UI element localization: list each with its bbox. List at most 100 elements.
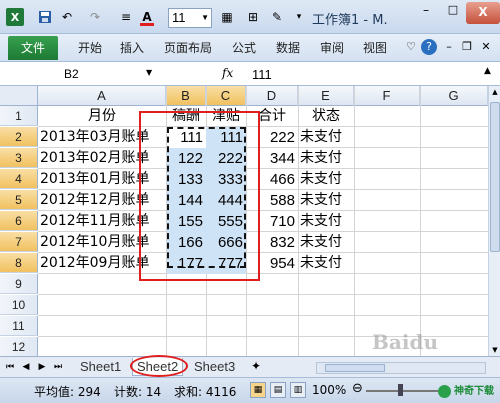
border-icon[interactable]: ▦ bbox=[218, 8, 236, 26]
redo-icon[interactable]: ↷ bbox=[86, 8, 104, 26]
close-doc-icon[interactable]: ✕ bbox=[478, 39, 494, 55]
row-header-2[interactable]: 2 bbox=[0, 127, 38, 147]
scroll-down-icon[interactable]: ▼ bbox=[489, 344, 500, 356]
row-header-10[interactable]: 10 bbox=[0, 295, 38, 315]
watermark: Baidu bbox=[372, 330, 438, 354]
sheet-tab-1[interactable]: Sheet1 bbox=[76, 358, 125, 376]
row-header-7[interactable]: 7 bbox=[0, 232, 38, 252]
cell-e2[interactable]: 未支付 bbox=[300, 127, 342, 148]
tab-review[interactable]: 审阅 bbox=[320, 39, 344, 56]
undo-icon[interactable]: ↶ bbox=[58, 8, 76, 26]
title-bar: X ↶ ↷ ≡ A 11 ▼ ▦ ⊞ ✎ ▾ 工作簿1 - M. – □ X bbox=[0, 0, 500, 34]
row-header-4[interactable]: 4 bbox=[0, 169, 38, 189]
tab-view[interactable]: 视图 bbox=[363, 39, 387, 56]
page-layout-view-icon[interactable]: ▤ bbox=[270, 382, 286, 398]
select-all-corner[interactable] bbox=[0, 86, 38, 106]
horizontal-scrollbar[interactable] bbox=[316, 362, 486, 374]
cell-a6[interactable]: 2012年11月账单 bbox=[40, 211, 149, 232]
scroll-up-icon[interactable]: ▲ bbox=[489, 86, 500, 98]
cell-e7[interactable]: 未支付 bbox=[300, 232, 342, 253]
maximize-button[interactable]: □ bbox=[440, 3, 466, 23]
cell-a7[interactable]: 2012年10月账单 bbox=[40, 232, 149, 253]
window-title: 工作簿1 - M. bbox=[312, 13, 388, 28]
tab-formulas[interactable]: 公式 bbox=[232, 39, 256, 56]
tab-page-layout[interactable]: 页面布局 bbox=[164, 39, 212, 56]
font-size-value: 11 bbox=[172, 10, 186, 25]
cell-a3[interactable]: 2013年02月账单 bbox=[40, 148, 149, 169]
save-icon[interactable] bbox=[36, 8, 54, 26]
minimize-button[interactable]: – bbox=[412, 3, 440, 23]
tab-data[interactable]: 数据 bbox=[276, 39, 300, 56]
gridline bbox=[420, 86, 421, 356]
col-header-b[interactable]: B bbox=[166, 86, 206, 106]
last-sheet-icon[interactable]: ⏭ bbox=[52, 362, 64, 372]
tab-file[interactable]: 文件 bbox=[8, 36, 58, 60]
status-sum: 求和: 4116 bbox=[174, 385, 237, 399]
close-button[interactable]: X bbox=[466, 2, 500, 24]
expand-formula-icon[interactable]: ▲ bbox=[484, 66, 491, 76]
chevron-down-icon: ▼ bbox=[201, 13, 209, 22]
normal-view-icon[interactable]: ▦ bbox=[250, 382, 266, 398]
row-header-5[interactable]: 5 bbox=[0, 190, 38, 210]
brand-logo: 神奇下载 bbox=[438, 382, 498, 400]
font-size-select[interactable]: 11 ▼ bbox=[168, 8, 212, 28]
gridline bbox=[354, 86, 355, 356]
name-box[interactable]: B2 bbox=[2, 65, 160, 83]
page-break-view-icon[interactable]: ▥ bbox=[290, 382, 306, 398]
cell-a4[interactable]: 2013年01月账单 bbox=[40, 169, 149, 190]
zoom-level[interactable]: 100% bbox=[312, 383, 346, 397]
row-header-1[interactable]: 1 bbox=[0, 106, 38, 126]
excel-logo-icon[interactable]: X bbox=[6, 8, 24, 26]
tab-insert[interactable]: 插入 bbox=[120, 39, 144, 56]
row-header-8[interactable]: 8 bbox=[0, 253, 38, 273]
tab-home[interactable]: 开始 bbox=[78, 39, 102, 56]
zoom-slider-knob[interactable] bbox=[398, 384, 403, 396]
new-sheet-icon[interactable]: ✦ bbox=[250, 359, 262, 373]
ribbon-tabs: 文件 开始 插入 页面布局 公式 数据 审阅 视图 ♡ ? – ❐ ✕ bbox=[0, 34, 500, 62]
help-icon[interactable]: ? bbox=[421, 39, 437, 55]
cell-e4[interactable]: 未支付 bbox=[300, 169, 342, 190]
collapse-ribbon-icon[interactable]: ♡ bbox=[403, 39, 419, 55]
col-header-d[interactable]: D bbox=[246, 86, 298, 106]
cell-a8[interactable]: 2012年09月账单 bbox=[40, 253, 149, 274]
prev-sheet-icon[interactable]: ◀ bbox=[20, 362, 32, 372]
sheet-tab-3[interactable]: Sheet3 bbox=[190, 358, 239, 376]
col-header-f[interactable]: F bbox=[354, 86, 420, 106]
scroll-thumb[interactable] bbox=[325, 364, 385, 372]
row-header-3[interactable]: 3 bbox=[0, 148, 38, 168]
col-header-c[interactable]: C bbox=[206, 86, 246, 106]
vertical-scrollbar[interactable]: ▲ ▼ bbox=[488, 86, 500, 356]
status-bar: 平均值: 294 计数: 14 求和: 4116 ▦ ▤ ▥ 100% ⊖ bbox=[0, 377, 500, 403]
formula-input[interactable]: 111 bbox=[252, 67, 272, 82]
next-sheet-icon[interactable]: ▶ bbox=[36, 362, 48, 372]
row-header-12[interactable]: 12 bbox=[0, 337, 38, 357]
row-header-11[interactable]: 11 bbox=[0, 316, 38, 336]
restore-doc-icon[interactable]: ❐ bbox=[459, 39, 475, 55]
col-header-a[interactable]: A bbox=[38, 86, 166, 106]
font-color-icon[interactable]: A bbox=[138, 8, 156, 26]
chevron-down-icon[interactable]: ▼ bbox=[146, 68, 152, 77]
insert-function-icon[interactable]: fx bbox=[222, 66, 233, 80]
status-count: 计数: 14 bbox=[114, 385, 162, 399]
scroll-thumb[interactable] bbox=[490, 102, 500, 252]
row-header-6[interactable]: 6 bbox=[0, 211, 38, 231]
cell-e1[interactable]: 状态 bbox=[298, 106, 354, 127]
customize-toolbar-icon[interactable]: ▾ bbox=[290, 8, 308, 26]
first-sheet-icon[interactable]: ⏮ bbox=[4, 362, 16, 372]
col-header-g[interactable]: G bbox=[420, 86, 488, 106]
cell-a5[interactable]: 2012年12月账单 bbox=[40, 190, 149, 211]
cell-e3[interactable]: 未支付 bbox=[300, 148, 342, 169]
row-header-9[interactable]: 9 bbox=[0, 274, 38, 294]
cell-e8[interactable]: 未支付 bbox=[300, 253, 342, 274]
minimize-doc-icon[interactable]: – bbox=[441, 39, 457, 55]
cell-e5[interactable]: 未支付 bbox=[300, 190, 342, 211]
zoom-out-icon[interactable]: ⊖ bbox=[352, 381, 363, 396]
brand-text: 神奇下载 bbox=[454, 386, 494, 397]
cell-e6[interactable]: 未支付 bbox=[300, 211, 342, 232]
align-lines-icon[interactable]: ≡ bbox=[117, 8, 135, 26]
format-painter-icon[interactable]: ✎ bbox=[268, 8, 286, 26]
col-header-e[interactable]: E bbox=[298, 86, 354, 106]
sheet-tab-bar: ⏮ ◀ ▶ ⏭ Sheet1 Sheet2 Sheet3 ✦ bbox=[0, 356, 500, 377]
cell-a2[interactable]: 2013年03月账单 bbox=[40, 127, 149, 148]
merge-cells-icon[interactable]: ⊞ bbox=[244, 8, 262, 26]
